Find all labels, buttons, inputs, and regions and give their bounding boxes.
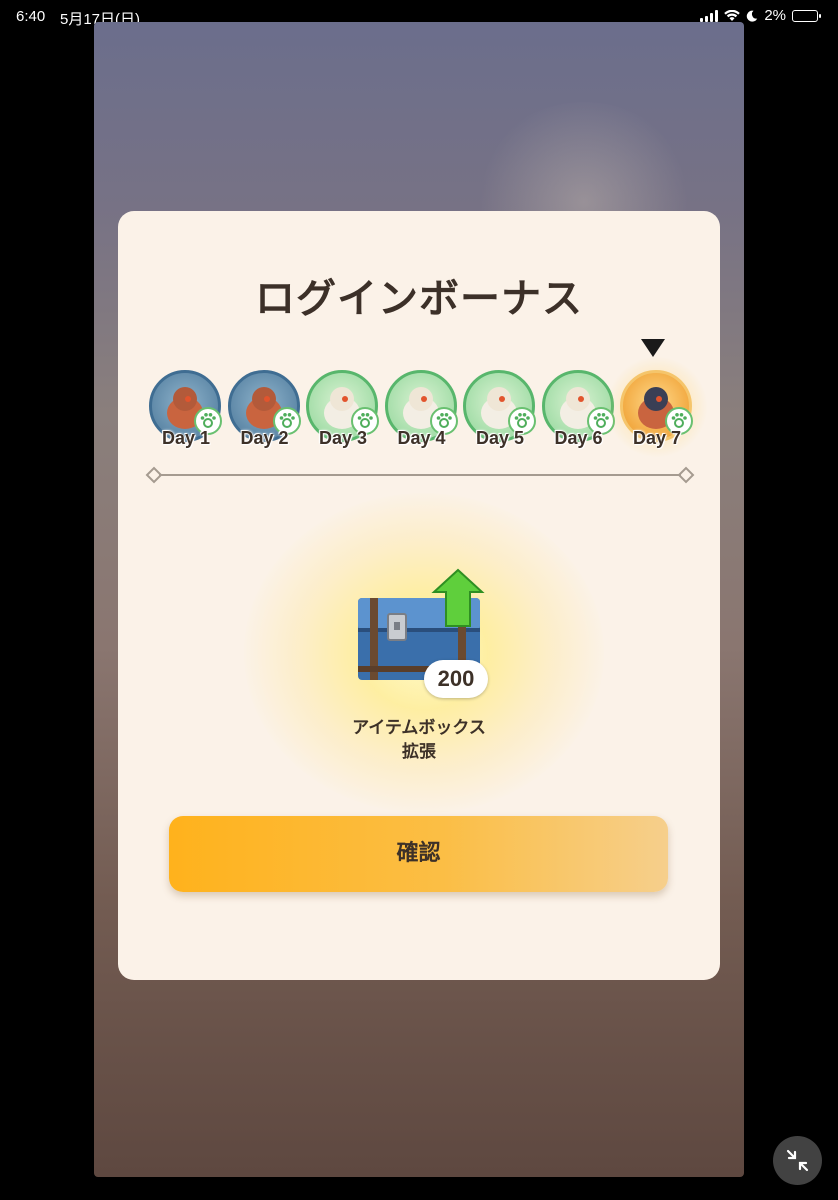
battery-icon <box>792 9 821 22</box>
reward-name-line-2: 拡張 <box>402 742 436 762</box>
collapse-arrows-icon <box>786 1149 809 1172</box>
day-label: Day 4 <box>397 428 446 448</box>
day-2-stamp: Day 2 <box>227 370 302 448</box>
reward-name-line-1: アイテムボックス <box>352 718 486 738</box>
day-label: Day 7 <box>632 428 682 448</box>
day-7-stamp: Day 7 <box>602 352 712 462</box>
battery-percent: 2% <box>764 7 786 24</box>
day-4-stamp: Day 4 <box>384 370 459 448</box>
do-not-disturb-moon-icon <box>747 10 758 22</box>
reward-name: アイテムボックス 拡張 <box>0 716 838 764</box>
day-label: Day 3 <box>318 428 368 448</box>
day-5-stamp: Day 5 <box>463 370 537 448</box>
day-label: Day 2 <box>240 428 289 448</box>
day-label: Day 1 <box>161 428 211 448</box>
confirm-button[interactable]: 確認 <box>169 816 668 892</box>
exit-fullscreen-button[interactable] <box>773 1136 822 1185</box>
reward-count-badge: 200 <box>424 660 488 698</box>
dialog-title: ログインボーナス <box>255 276 583 322</box>
cellular-signal-icon <box>700 9 719 22</box>
day-label: Day 5 <box>475 428 525 448</box>
wifi-icon <box>724 9 741 21</box>
divider-line <box>145 466 695 484</box>
day-3-stamp: Day 3 <box>306 370 380 448</box>
status-time: 6:40 <box>16 8 46 25</box>
day-1-stamp: Day 1 <box>149 370 223 448</box>
